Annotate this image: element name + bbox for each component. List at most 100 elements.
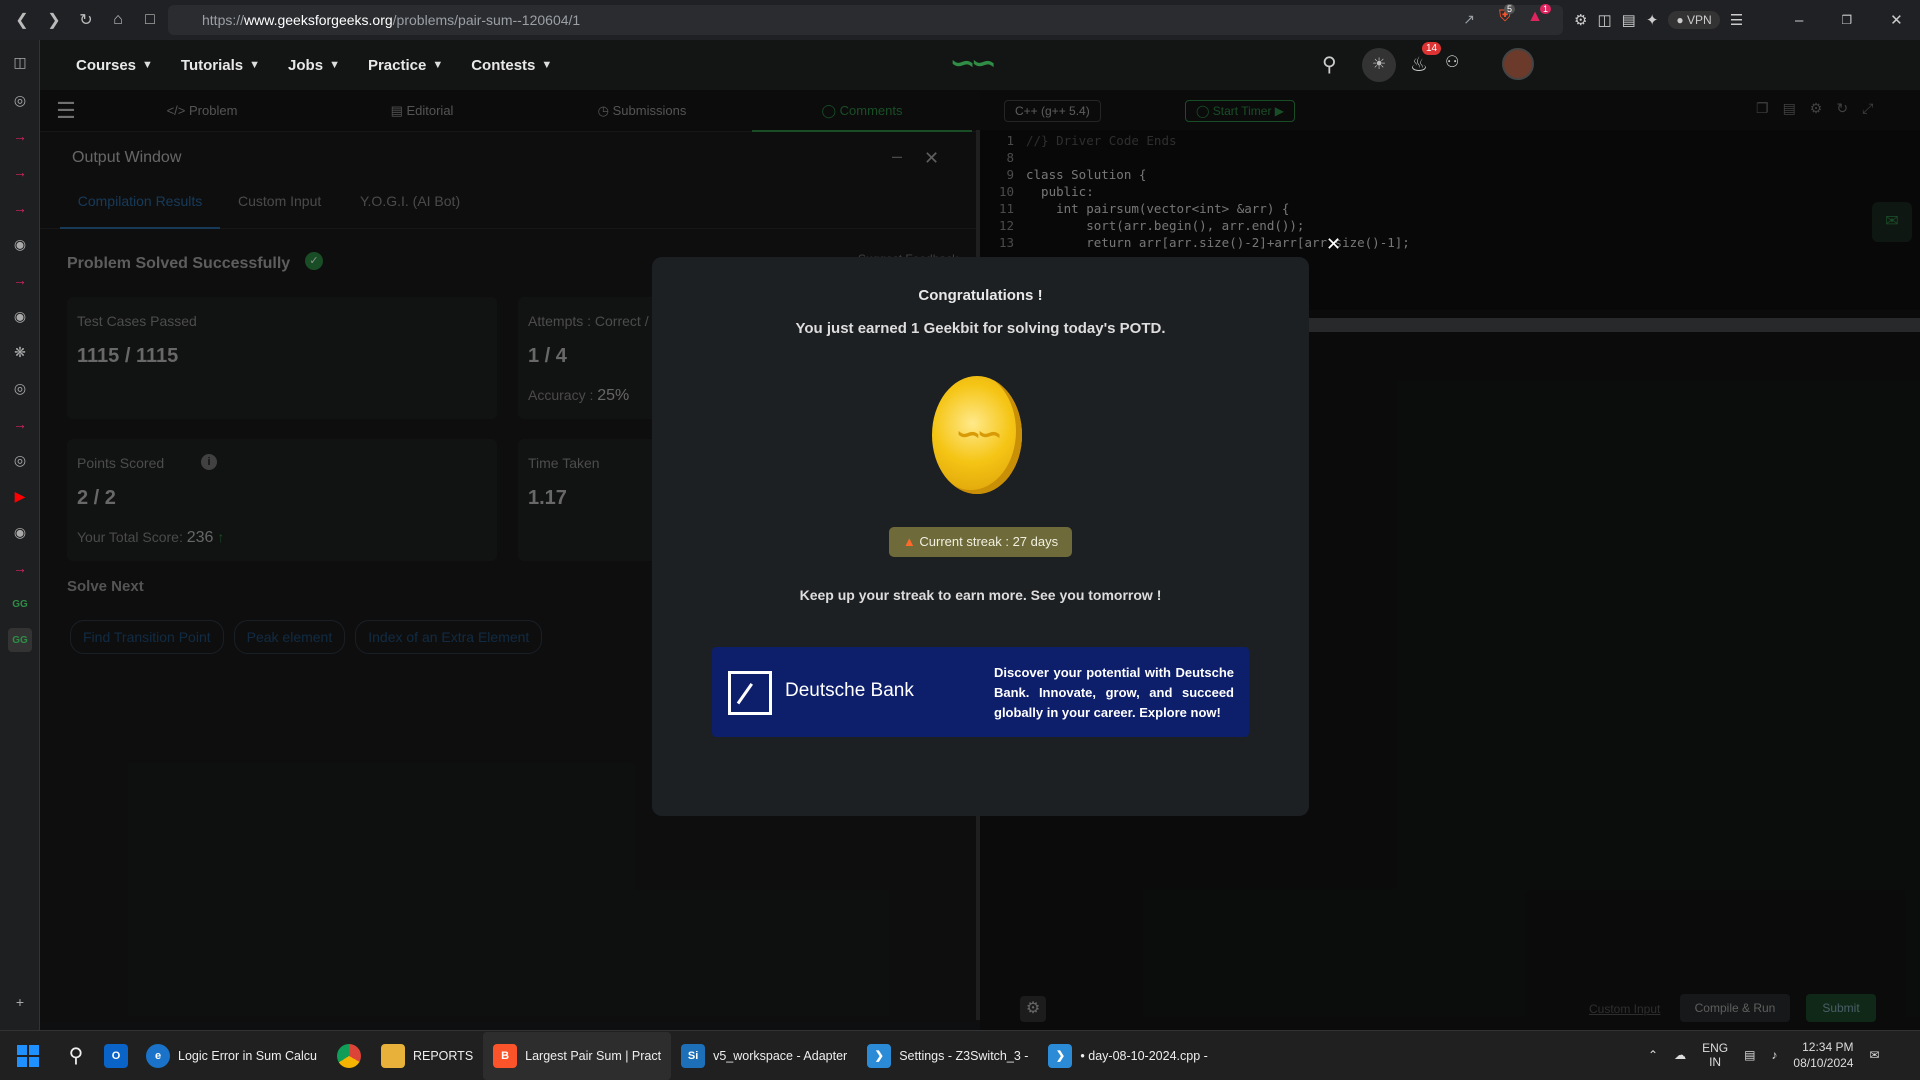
- menu-contests[interactable]: Contests ▼: [471, 57, 552, 74]
- menu-icon[interactable]: ☰: [1730, 11, 1743, 29]
- onedrive-icon[interactable]: ☁: [1674, 1048, 1686, 1062]
- browser-sidebar: ◫ ◎ → → → ◉ → ◉ ❋ ◎ → ◎ ▶ ◉ → GG GG +: [0, 40, 40, 1030]
- github-icon[interactable]: ◉: [8, 232, 32, 256]
- taskbar-item-active[interactable]: B Largest Pair Sum | Pract: [483, 1031, 672, 1080]
- taskbar-label: Logic Error in Sum Calcu: [178, 1048, 317, 1063]
- modal-message: You just earned 1 Geekbit for solving to…: [795, 320, 1166, 337]
- edge-icon: e: [146, 1043, 170, 1068]
- volume-icon[interactable]: ♪: [1771, 1048, 1777, 1062]
- menu-label: Courses: [76, 56, 137, 74]
- close-modal-icon[interactable]: ✕: [1326, 234, 1341, 255]
- bookmark-link-icon[interactable]: →: [8, 556, 32, 580]
- leo-icon[interactable]: ✦: [1646, 11, 1659, 29]
- globe-icon[interactable]: ◎: [8, 448, 32, 472]
- system-tray: ⌃ ☁ ENG IN ▤ ♪ 12:34 PM 08/10/2024 ✉: [1648, 1031, 1880, 1079]
- menu-label: Jobs: [288, 56, 324, 74]
- gfg-active-icon[interactable]: GG: [8, 628, 32, 652]
- menu-courses[interactable]: Courses ▼: [76, 57, 153, 74]
- chevron-down-icon: ▼: [142, 59, 153, 71]
- github-icon[interactable]: ◉: [8, 520, 32, 544]
- avatar[interactable]: [1502, 48, 1534, 80]
- chevron-down-icon: ▼: [541, 59, 553, 71]
- vpn-button[interactable]: ● VPN: [1668, 11, 1720, 29]
- close-window-icon[interactable]: ✕: [1890, 11, 1903, 29]
- modal-title: Congratulations !: [918, 287, 1043, 304]
- taskbar-item[interactable]: Si v5_workspace - Adapter: [671, 1032, 857, 1080]
- deutsche-bank-ad[interactable]: Deutsche Bank Discover your potential wi…: [712, 647, 1249, 737]
- search-taskbar-icon[interactable]: ⚲: [56, 1043, 96, 1068]
- taskbar-label: Settings - Z3Switch_3 -: [899, 1048, 1029, 1063]
- bookmark-icon[interactable]: □: [134, 4, 166, 36]
- bookmark-link-icon[interactable]: →: [8, 412, 32, 436]
- main-menu: Courses ▼ Tutorials ▼ Jobs ▼ Practice ▼ Cont…: [76, 57, 552, 74]
- taskbar-item[interactable]: e Logic Error in Sum Calcu: [136, 1032, 327, 1080]
- bookmark-link-icon[interactable]: →: [8, 124, 32, 148]
- taskbar-label: REPORTS: [412, 1048, 474, 1063]
- taskbar-item[interactable]: ❯ • day-08-10-2024.cpp -: [1038, 1032, 1217, 1080]
- translate-icon[interactable]: ⚇: [1445, 52, 1459, 72]
- extensions-icon[interactable]: ⚙: [1574, 11, 1587, 29]
- taskbar-item[interactable]: ❯ Settings - Z3Switch_3 -: [857, 1032, 1038, 1080]
- congrats-modal: Congratulations ! You just earned 1 Geek…: [652, 257, 1309, 816]
- ad-brand: Deutsche Bank: [785, 680, 914, 701]
- share-icon[interactable]: ↗: [1463, 11, 1475, 28]
- url-prefix: https://: [202, 12, 245, 28]
- github-icon[interactable]: ◉: [8, 304, 32, 328]
- chrome-icon: [336, 1043, 361, 1068]
- rewards-badge: 1: [1539, 4, 1551, 14]
- sidebar-toggle-icon[interactable]: ◫: [1597, 11, 1611, 29]
- openai-icon[interactable]: ❋: [8, 340, 32, 364]
- brave-icon: B: [493, 1043, 518, 1068]
- back-icon[interactable]: ❮: [6, 4, 38, 36]
- menu-label: Contests: [471, 56, 536, 74]
- bookmark-link-icon[interactable]: →: [8, 196, 32, 220]
- add-icon[interactable]: +: [8, 990, 32, 1014]
- clock[interactable]: 12:34 PM 08/10/2024: [1793, 1039, 1853, 1071]
- reload-icon[interactable]: ↻: [70, 4, 102, 36]
- search-icon[interactable]: ⚲: [1322, 52, 1337, 77]
- clock-date: 08/10/2024: [1793, 1056, 1854, 1070]
- lang-bottom: IN: [1709, 1055, 1722, 1069]
- vpn-label: VPN: [1687, 13, 1712, 27]
- address-bar[interactable]: https://www.geeksforgeeks.org/problems/p…: [168, 4, 1563, 35]
- menu-tutorials[interactable]: Tutorials ▼: [181, 57, 260, 74]
- browser-toolbar: ❮ ❯ ↻ ⌂ □ https://www.geeksforgeeks.org /…: [0, 0, 1920, 40]
- taskbar-label: Largest Pair Sum | Pract: [525, 1048, 662, 1063]
- deutsche-bank-logo: [728, 671, 772, 715]
- gfg-icon[interactable]: GG: [8, 592, 32, 616]
- restore-icon[interactable]: ❐: [1841, 13, 1852, 27]
- network-icon[interactable]: ▤: [1744, 1048, 1755, 1062]
- sidebar-panel-icon[interactable]: ◫: [8, 50, 32, 74]
- taskbar-item[interactable]: [327, 1032, 371, 1080]
- notification-center-icon[interactable]: ✉: [1869, 1048, 1879, 1062]
- taskbar-item[interactable]: REPORTS: [371, 1032, 483, 1080]
- wallet-icon[interactable]: ▤: [1622, 11, 1636, 29]
- windows-start-icon[interactable]: [0, 1044, 56, 1067]
- menu-practice[interactable]: Practice ▼: [368, 57, 443, 74]
- globe-icon[interactable]: ◎: [8, 88, 32, 112]
- home-icon[interactable]: ⌂: [102, 4, 134, 36]
- tray-chevron-icon[interactable]: ⌃: [1648, 1048, 1658, 1062]
- bookmark-link-icon[interactable]: →: [8, 160, 32, 184]
- chevron-down-icon: ▼: [249, 59, 261, 71]
- clock-time: 12:34 PM: [1802, 1040, 1854, 1054]
- globe-icon[interactable]: ◎: [8, 376, 32, 400]
- streak-text: Current streak : 27 days: [919, 534, 1059, 549]
- bell-icon[interactable]: ♨: [1410, 52, 1428, 77]
- toolbar-right: ⚙ ◫ ▤ ✦ ● VPN ☰: [1574, 5, 1743, 35]
- geekbit-coin-icon: ∽∽: [932, 376, 1022, 494]
- taskbar-label: • day-08-10-2024.cpp -: [1080, 1048, 1208, 1063]
- theme-toggle-icon[interactable]: ☀: [1362, 48, 1396, 82]
- url-host: www.geeksforgeeks.org: [244, 12, 393, 28]
- window-controls: – ❐ ✕: [1795, 5, 1903, 35]
- folder-icon: [380, 1043, 405, 1068]
- language-indicator[interactable]: ENG IN: [1702, 1041, 1728, 1069]
- outlook-icon[interactable]: O: [104, 1043, 128, 1068]
- minimize-icon[interactable]: –: [1795, 12, 1803, 29]
- menu-label: Practice: [367, 56, 427, 74]
- menu-jobs[interactable]: Jobs ▼: [288, 57, 340, 74]
- gfg-logo[interactable]: ∽∽: [950, 46, 996, 81]
- youtube-icon[interactable]: ▶: [8, 484, 32, 508]
- forward-icon[interactable]: ❯: [38, 4, 70, 36]
- bookmark-link-icon[interactable]: →: [8, 268, 32, 292]
